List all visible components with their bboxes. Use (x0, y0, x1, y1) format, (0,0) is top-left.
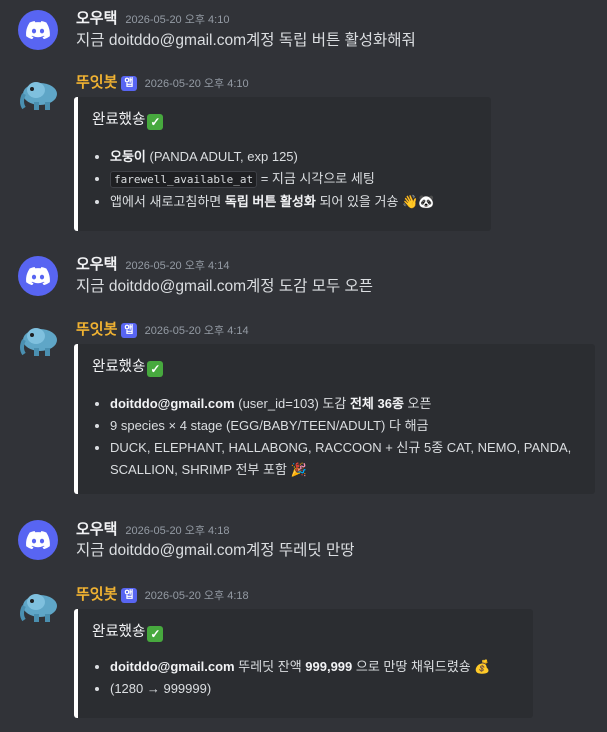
list-item-bold: 오둥이 (110, 149, 146, 164)
discord-logo-icon (26, 267, 50, 285)
list-item-text: 으로 만땅 채워드렸숑 💰 (352, 659, 491, 674)
user-avatar[interactable] (18, 520, 58, 560)
message-text: 지금 doitddo@gmail.com계정 뚜레딧 만땅 (76, 542, 355, 559)
check-mark-icon: ✓ (147, 626, 164, 642)
check-mark-icon: ✓ (147, 361, 164, 377)
list-item: 앱에서 새로고침하면 독립 버튼 활성화 되어 있을 거숑 👋🐼 (110, 191, 434, 213)
list-item-text: 9 species × 4 stage (EGG/BABY/TEEN/ADULT… (110, 418, 429, 433)
embed: 완료했숑✓ doitddo@gmail.com (user_id=103) 도감… (74, 344, 595, 494)
embed-title-text: 완료했숑 (92, 624, 146, 640)
message-text: 지금 doitddo@gmail.com계정 도감 모두 오픈 (76, 278, 374, 295)
bot-name[interactable]: 뚜잇봇 앱 2026-05-20 오후 4:18 (76, 586, 249, 605)
bot-name-label[interactable]: 뚜잇봇 (76, 586, 117, 603)
list-item: 9 species × 4 stage (EGG/BABY/TEEN/ADULT… (110, 415, 590, 437)
list-item-text: = 지금 시각으로 세팅 (257, 171, 375, 186)
list-item-text: 되어 있을 거숑 👋🐼 (315, 194, 435, 209)
bot-name[interactable]: 뚜잇봇 앱 2026-05-20 오후 4:10 (76, 74, 249, 93)
user-avatar[interactable] (18, 256, 58, 296)
list-item-text: 뚜레딧 잔액 (234, 659, 306, 674)
embed-list: 오둥이 (PANDA ADULT, exp 125) farewell_avai… (92, 146, 434, 213)
list-item-bold: doitddo@gmail.com (110, 659, 235, 674)
discord-logo-icon (26, 531, 50, 549)
author-name[interactable]: 오우택 2026-05-20 오후 4:14 (76, 256, 229, 275)
user-avatar[interactable] (18, 10, 58, 50)
timestamp: 2026-05-20 오후 4:14 (144, 325, 249, 337)
author-name[interactable]: 오우택 2026-05-20 오후 4:18 (76, 521, 229, 540)
app-badge: 앱 (121, 76, 137, 91)
list-item-bold: doitddo@gmail.com (110, 396, 235, 411)
list-item: doitddo@gmail.com 뚜레딧 잔액 999,999 으로 만땅 채… (110, 656, 491, 678)
timestamp: 2026-05-20 오후 4:18 (125, 525, 230, 537)
list-item-text: 오픈 (403, 396, 432, 411)
message-text: 지금 doitddo@gmail.com계정 독립 버튼 활성화해줘 (76, 32, 416, 49)
list-item: farewell_available_at = 지금 시각으로 세팅 (110, 168, 434, 191)
inline-code: farewell_available_at (110, 171, 258, 188)
list-item-text: (PANDA ADULT, exp 125) (145, 149, 298, 164)
embed-list: doitddo@gmail.com 뚜레딧 잔액 999,999 으로 만땅 채… (92, 656, 491, 700)
bot-avatar[interactable] (18, 72, 58, 112)
author-label[interactable]: 오우택 (76, 10, 117, 27)
discord-logo-icon (26, 21, 50, 39)
list-item: (1280 → 999999) (110, 678, 491, 700)
list-item-text: (user_id=103) 도감 (234, 396, 350, 411)
elephant-avatar-icon (20, 82, 57, 110)
list-item: doitddo@gmail.com (user_id=103) 도감 전체 36… (110, 393, 590, 415)
timestamp: 2026-05-20 오후 4:10 (125, 14, 230, 26)
list-item-bold: 독립 버튼 활성화 (224, 194, 316, 209)
embed-title-text: 완료했숑 (92, 359, 146, 375)
elephant-avatar-icon (20, 594, 57, 622)
elephant-avatar-icon (20, 328, 57, 356)
embed-title-text: 완료했숑 (92, 112, 146, 128)
list-item-bold: 999,999 (305, 659, 353, 674)
embed: 완료했숑✓ 오둥이 (PANDA ADULT, exp 125) farewel… (74, 97, 491, 231)
embed-title: 완료했숑 ✓ (92, 620, 164, 642)
author-label[interactable]: 오우택 (76, 256, 117, 273)
list-item-text: 앱에서 새로고침하면 (110, 194, 225, 209)
embed-title: 완료했숑 ✓ (92, 108, 164, 130)
timestamp: 2026-05-20 오후 4:10 (144, 78, 249, 90)
bot-name-label[interactable]: 뚜잇봇 (76, 74, 117, 91)
embed-title: 완료했숑 ✓ (92, 355, 164, 377)
list-item-bold: 전체 36종 (349, 396, 404, 411)
check-mark-icon: ✓ (147, 114, 164, 130)
list-item-text: (1280 → 999999) (110, 681, 212, 696)
author-label[interactable]: 오우택 (76, 521, 117, 538)
bot-avatar[interactable] (18, 584, 58, 624)
timestamp: 2026-05-20 오후 4:18 (144, 590, 249, 602)
bot-name-label[interactable]: 뚜잇봇 (76, 321, 117, 338)
list-item: DUCK, ELEPHANT, HALLABONG, RACCOON + 신규 … (110, 437, 590, 481)
list-item: 오둥이 (PANDA ADULT, exp 125) (110, 146, 434, 168)
embed: 완료했숑✓ doitddo@gmail.com 뚜레딧 잔액 999,999 으… (74, 609, 533, 718)
app-badge: 앱 (121, 323, 137, 338)
timestamp: 2026-05-20 오후 4:14 (125, 260, 230, 272)
bot-name[interactable]: 뚜잇봇 앱 2026-05-20 오후 4:14 (76, 321, 249, 340)
embed-list: doitddo@gmail.com (user_id=103) 도감 전체 36… (92, 393, 590, 481)
bot-avatar[interactable] (18, 318, 58, 358)
author-name[interactable]: 오우택 2026-05-20 오후 4:10 (76, 10, 229, 29)
app-badge: 앱 (121, 588, 137, 603)
list-item-text: DUCK, ELEPHANT, HALLABONG, RACCOON + 신규 … (110, 440, 572, 477)
